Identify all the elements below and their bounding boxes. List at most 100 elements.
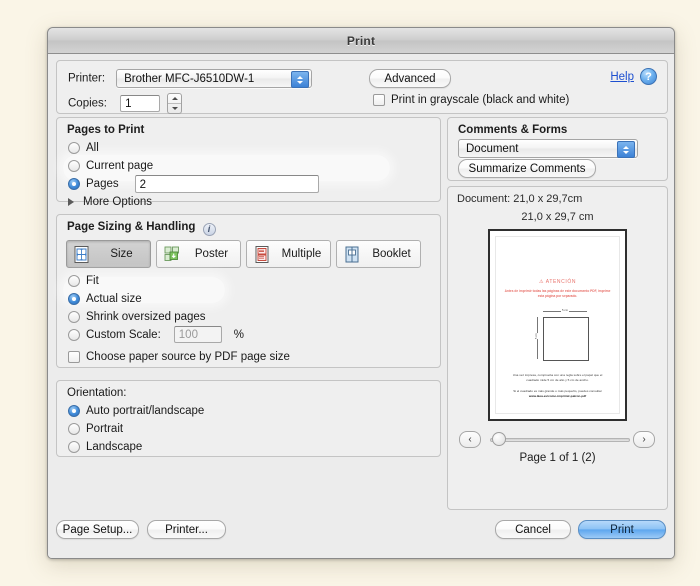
stepper-down[interactable]	[168, 104, 181, 113]
radio-fit[interactable]: Fit	[68, 272, 99, 289]
sizing-mode-booklet-label: Booklet	[367, 248, 420, 260]
page-slider-knob[interactable]	[492, 432, 506, 446]
radio-landscape[interactable]: Landscape	[68, 438, 142, 455]
printer-button[interactable]: Printer...	[147, 520, 226, 539]
sizing-mode-size-label: Size	[97, 248, 150, 260]
page-count-label: Page 1 of 1 (2)	[448, 452, 667, 464]
radio-portrait-label: Portrait	[86, 423, 123, 435]
printer-row: Printer: Brother MFC-J6510DW-1	[68, 69, 312, 88]
radio-actual-size[interactable]: Actual size	[68, 290, 142, 307]
page-preview-content: ⚠ ATENCIÓN Antes de imprimir todas las p…	[495, 236, 620, 414]
radio-all[interactable]: All	[68, 139, 99, 156]
copies-stepper[interactable]	[167, 93, 182, 114]
paper-size-line: 21,0 x 29,7 cm	[448, 211, 667, 223]
radio-auto-orientation-label: Auto portrait/landscape	[86, 405, 204, 417]
radio-auto-orientation-indicator	[68, 405, 80, 417]
comments-forms-select-value: Document	[466, 143, 518, 155]
copies-label: Copies:	[68, 97, 107, 109]
radio-portrait[interactable]: Portrait	[68, 420, 123, 437]
preview-paragraph-2-link: www.ikea.es/como-imprimir-patron-pdf	[529, 394, 586, 398]
radio-pages-label: Pages	[86, 178, 119, 190]
sizing-mode-size[interactable]: Size	[66, 240, 151, 268]
help-icon[interactable]: ?	[640, 68, 657, 85]
radio-auto-orientation[interactable]: Auto portrait/landscape	[68, 402, 204, 419]
preview-warning-text: Antes de imprimir todas las páginas de e…	[504, 289, 611, 299]
poster-icon	[163, 245, 181, 264]
window-title: Print	[347, 34, 375, 48]
printer-select-value: Brother MFC-J6510DW-1	[124, 73, 254, 85]
preview-square-top-measure: 5 cm	[543, 311, 587, 316]
page-preview[interactable]: ⚠ ATENCIÓN Antes de imprimir todas las p…	[488, 229, 627, 421]
help-link[interactable]: Help	[610, 71, 634, 83]
comments-forms-title: Comments & Forms	[458, 124, 567, 136]
sizing-mode-booklet[interactable]: Booklet	[336, 240, 421, 268]
radio-current-page[interactable]: Current page	[68, 157, 153, 174]
radio-custom-scale[interactable]: Custom Scale: 100 %	[68, 326, 244, 343]
sizing-mode-buttons: Size Poster	[66, 240, 421, 268]
cancel-button[interactable]: Cancel	[495, 520, 571, 539]
radio-fit-label: Fit	[86, 275, 99, 287]
paper-source-checkbox-row[interactable]: Choose paper source by PDF page size	[68, 348, 290, 365]
sizing-mode-multiple-label: Multiple	[277, 248, 330, 260]
pages-to-print-title: Pages to Print	[67, 124, 144, 136]
more-options-label: More Options	[83, 196, 152, 208]
radio-custom-scale-indicator	[68, 329, 80, 341]
print-dialog-window: Print Printer: Brother MFC-J6510DW-1 Cop…	[47, 27, 675, 559]
radio-landscape-indicator	[68, 441, 80, 453]
page-sizing-title: Page Sizing & Handling	[67, 221, 195, 233]
printer-settings-bar: Printer: Brother MFC-J6510DW-1 Copies: 1…	[56, 60, 668, 114]
info-icon[interactable]: i	[203, 223, 216, 236]
percent-label: %	[234, 329, 244, 341]
chevron-updown-icon	[291, 71, 309, 88]
radio-pages[interactable]: Pages 2	[68, 175, 319, 192]
more-options-toggle[interactable]: More Options	[68, 193, 152, 210]
sizing-mode-poster-label: Poster	[187, 248, 240, 260]
comments-forms-group: Comments & Forms Document Summarize Comm…	[447, 117, 668, 181]
booklet-icon	[343, 245, 361, 264]
orientation-group: Orientation: Auto portrait/landscape Por…	[56, 380, 441, 457]
preview-paragraph-1: Una vez impresa, comprueba con una regla…	[508, 373, 607, 383]
sizing-mode-poster[interactable]: Poster	[156, 240, 241, 268]
radio-shrink-oversized[interactable]: Shrink oversized pages	[68, 308, 206, 325]
grayscale-checkbox[interactable]	[373, 94, 385, 106]
paper-source-checkbox[interactable]	[68, 351, 80, 363]
radio-shrink-oversized-indicator	[68, 311, 80, 323]
summarize-comments-button[interactable]: Summarize Comments	[458, 159, 596, 178]
preview-paragraph-2-text: Si el cuadrado es más grande o más peque…	[513, 389, 602, 393]
copies-input[interactable]: 1	[120, 95, 160, 112]
chevron-updown-icon	[617, 141, 635, 158]
advanced-button[interactable]: Advanced	[369, 69, 451, 88]
preview-square-left-measure: 5 cm	[537, 317, 538, 359]
pages-to-print-group: Pages to Print All Current page Pages 2 …	[56, 117, 441, 202]
preview-square	[543, 317, 589, 361]
grayscale-label: Print in grayscale (black and white)	[391, 94, 569, 106]
paper-source-label: Choose paper source by PDF page size	[86, 351, 290, 363]
pages-range-input[interactable]: 2	[135, 175, 319, 193]
window-titlebar: Print	[48, 28, 674, 54]
custom-scale-input[interactable]: 100	[174, 326, 222, 343]
preview-heading: ⚠ ATENCIÓN	[496, 279, 619, 285]
previous-page-button[interactable]: ‹	[459, 431, 481, 448]
radio-current-page-label: Current page	[86, 160, 153, 172]
radio-fit-indicator	[68, 275, 80, 287]
print-button[interactable]: Print	[578, 520, 666, 539]
dialog-bottom-bar: Page Setup... Printer... Cancel Print	[48, 512, 674, 558]
comments-forms-select[interactable]: Document	[458, 139, 638, 158]
radio-shrink-oversized-label: Shrink oversized pages	[86, 311, 206, 323]
stepper-up[interactable]	[168, 94, 181, 104]
multiple-icon	[253, 245, 271, 264]
page-slider-track[interactable]	[490, 438, 630, 442]
printer-select[interactable]: Brother MFC-J6510DW-1	[116, 69, 312, 88]
orientation-title: Orientation:	[67, 387, 126, 399]
next-page-button[interactable]: ›	[633, 431, 655, 448]
radio-actual-size-label: Actual size	[86, 293, 142, 305]
sizing-mode-multiple[interactable]: Multiple	[246, 240, 331, 268]
page-setup-button[interactable]: Page Setup...	[56, 520, 139, 539]
grayscale-checkbox-row[interactable]: Print in grayscale (black and white)	[373, 94, 569, 106]
radio-current-page-indicator	[68, 160, 80, 172]
document-size-line: Document: 21,0 x 29,7cm	[457, 193, 582, 205]
preview-paragraph-2: Si el cuadrado es más grande o más peque…	[508, 389, 607, 399]
radio-actual-size-indicator	[68, 293, 80, 305]
printer-label: Printer:	[68, 72, 105, 84]
radio-pages-indicator	[68, 178, 80, 190]
